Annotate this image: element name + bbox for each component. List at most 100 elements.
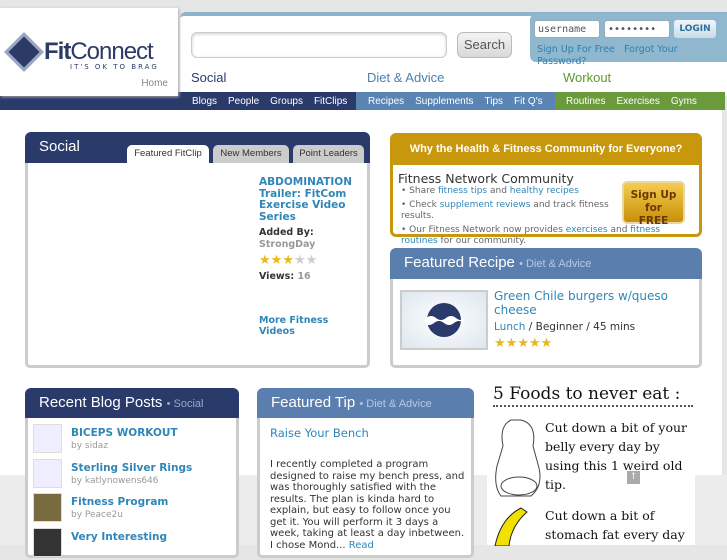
logo-area[interactable]: FitConnect IT'S OK TO BRAG Home — [0, 8, 178, 96]
recipe-section-link[interactable]: • Diet & Advice — [519, 258, 591, 270]
tip-panel-header: Featured Tip • Diet & Advice — [257, 388, 474, 418]
nav-workout[interactable]: Workout — [563, 70, 611, 85]
social-panel-body: ABDOMINATION Trailer: FitCom Exercise Vi… — [25, 163, 370, 368]
why-panel: Why the Health & Fitness Community for E… — [390, 133, 702, 246]
star-filled-icon: ★ — [540, 336, 553, 351]
search-button[interactable]: Search — [457, 32, 512, 58]
tip-section-link[interactable]: • Diet & Advice — [359, 398, 431, 410]
tab-new-members[interactable]: New Members — [213, 145, 289, 163]
nav-blogs[interactable]: Blogs — [192, 96, 217, 107]
blog-thumbnail[interactable] — [33, 527, 62, 557]
ad-text-1: Cut down a bit of your belly every day b… — [545, 420, 688, 492]
advertisement[interactable]: 5 Foods to never eat : Cut down a bit of… — [487, 380, 695, 546]
login-button[interactable]: LOGIN — [674, 20, 716, 38]
blog-post-item[interactable]: Sterling Silver Rings by katlynowens646 — [33, 458, 233, 491]
blog-post-title[interactable]: BICEPS WORKOUT — [71, 427, 178, 439]
login-links: Sign Up For Free | Forgot Your Password? — [537, 44, 678, 67]
recipe-meta: / Beginner / 45 mins — [525, 321, 636, 333]
blog-post-author[interactable]: by sidaz — [71, 441, 108, 451]
more-videos-link[interactable]: More Fitness Videos — [259, 315, 359, 338]
blog-panel-header: Recent Blog Posts • Social — [25, 388, 239, 418]
blog-post-title[interactable]: Fitness Program — [71, 496, 168, 508]
blog-post-item[interactable]: BICEPS WORKOUT by sidaz — [33, 424, 233, 456]
fitness-tips-link[interactable]: fitness tips — [438, 186, 487, 196]
star-filled-icon: ★ — [505, 336, 518, 351]
logo-text: FitConnect — [44, 38, 154, 65]
tab-point-leaders[interactable]: Point Leaders — [293, 145, 364, 163]
scroll-top-icon[interactable]: ↑ — [627, 471, 640, 484]
woman-drawing-icon — [495, 419, 541, 497]
star-filled-icon: ★ — [282, 253, 294, 268]
blog-post-title[interactable]: Sterling Silver Rings — [71, 462, 192, 474]
home-link[interactable]: Home — [141, 78, 168, 89]
blog-thumbnail[interactable] — [33, 458, 62, 488]
nav-fitqs[interactable]: Fit Q's — [514, 96, 543, 107]
recipe-panel-body: Green Chile burgers w/queso cheese Lunch… — [390, 279, 702, 368]
star-empty-icon: ★ — [305, 253, 318, 268]
supplement-reviews-link[interactable]: supplement reviews — [440, 200, 531, 210]
signup-link[interactable]: Sign Up For Free — [537, 44, 615, 55]
social-panel-title: Social — [39, 138, 80, 155]
added-by-user[interactable]: StrongDay — [259, 239, 359, 251]
tab-featured-fitclip[interactable]: Featured FitClip — [127, 145, 209, 163]
password-input[interactable] — [604, 20, 670, 38]
blog-post-author[interactable]: by Peace2u — [71, 510, 123, 520]
blog-post-item[interactable]: Fitness Program by Peace2u — [33, 493, 233, 525]
views-count: 16 — [297, 271, 311, 282]
nav-groups[interactable]: Groups — [270, 96, 303, 107]
ad-title: 5 Foods to never eat : — [493, 384, 693, 407]
clip-title-link[interactable]: ABDOMINATION Trailer: FitCom Exercise Vi… — [259, 176, 359, 223]
tip-panel-body: Raise Your Bench I recently completed a … — [257, 418, 474, 558]
tip-panel-title: Featured Tip — [271, 394, 356, 411]
nav-recipes[interactable]: Recipes — [368, 96, 404, 107]
blog-panel-body: BICEPS WORKOUT by sidaz Sterling Silver … — [25, 418, 239, 558]
recipe-rating: ★ ★ ★ ★ ★ — [494, 337, 552, 350]
ad-text-2: Cut down a bit of stomach fat every day — [545, 508, 685, 542]
nav-people[interactable]: People — [228, 96, 259, 107]
nav-gyms[interactable]: Gyms — [671, 96, 697, 107]
why-heading: Fitness Network Community — [398, 171, 574, 186]
blog-thumbnail[interactable] — [33, 493, 62, 522]
recipe-title-link[interactable]: Green Chile burgers w/queso cheese — [494, 289, 694, 317]
logo-tagline: IT'S OK TO BRAG — [70, 63, 159, 71]
star-filled-icon: ★ — [270, 253, 283, 268]
views-label: Views: — [259, 271, 295, 282]
diet-subnav: Recipes Supplements Tips Fit Q's — [356, 92, 555, 110]
star-filled-icon: ★ — [494, 336, 506, 351]
username-input[interactable] — [534, 20, 600, 38]
recipe-meal-link[interactable]: Lunch — [494, 321, 525, 333]
blog-thumbnail[interactable] — [33, 424, 62, 453]
star-filled-icon: ★ — [259, 253, 271, 268]
blog-post-item[interactable]: Very Interesting — [33, 527, 233, 560]
healthy-recipes-link[interactable]: healthy recipes — [510, 186, 579, 196]
nav-social[interactable]: Social — [191, 70, 226, 85]
nav-diet-advice[interactable]: Diet & Advice — [367, 70, 444, 85]
blog-section-link[interactable]: • Social — [167, 398, 204, 410]
nav-tips[interactable]: Tips — [485, 96, 504, 107]
logo-icon — [4, 32, 44, 72]
blog-post-title[interactable]: Very Interesting — [71, 531, 167, 543]
video-player[interactable] — [32, 169, 254, 359]
search-input[interactable] — [191, 32, 447, 58]
burger-icon — [424, 303, 464, 337]
exercises-link[interactable]: exercises — [566, 225, 608, 235]
why-title: Why the Health & Fitness Community for E… — [393, 136, 699, 165]
nav-fitclips[interactable]: FitClips — [314, 96, 347, 107]
recipe-image[interactable] — [400, 290, 488, 350]
blog-post-author[interactable]: by katlynowens646 — [71, 476, 159, 486]
star-empty-icon: ★ — [293, 253, 306, 268]
clip-rating: ★ ★ ★ ★ ★ — [259, 254, 359, 267]
nav-supplements[interactable]: Supplements — [415, 96, 473, 107]
star-filled-icon: ★ — [528, 336, 541, 351]
nav-routines[interactable]: Routines — [566, 96, 605, 107]
recipe-panel-header: Featured Recipe • Diet & Advice — [390, 248, 702, 279]
added-by-label: Added By: — [259, 227, 314, 238]
read-more-link[interactable]: Read — [349, 540, 374, 551]
blog-panel-title: Recent Blog Posts — [39, 394, 163, 411]
nav-exercises[interactable]: Exercises — [616, 96, 659, 107]
workout-subnav: Routines Exercises Gyms — [555, 92, 725, 110]
star-filled-icon: ★ — [517, 336, 529, 351]
tip-title-link[interactable]: Raise Your Bench — [270, 426, 369, 440]
signup-free-button[interactable]: Sign Up for FREE — [622, 181, 685, 227]
banana-icon — [494, 507, 528, 546]
